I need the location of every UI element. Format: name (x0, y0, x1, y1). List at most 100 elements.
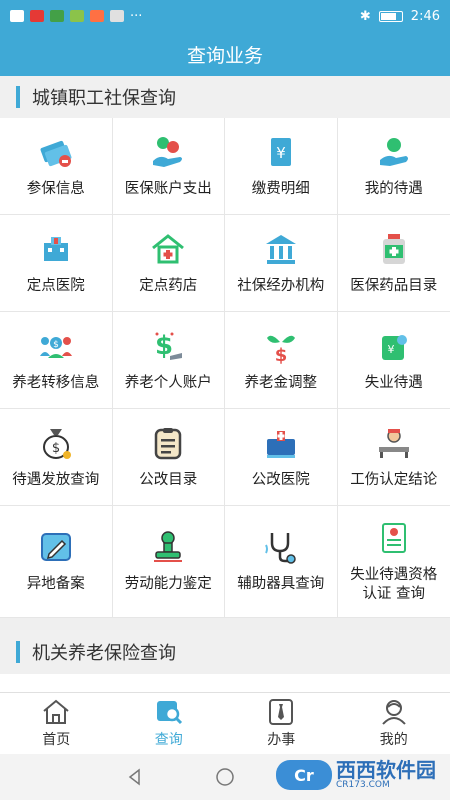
grid-item-designated-hospital[interactable]: 定点医院 (0, 215, 113, 312)
grid-item-reform-catalog[interactable]: 公改目录 (112, 409, 225, 506)
grid-item-label: 公改医院 (251, 471, 310, 488)
grid-item-unemployment-certification[interactable]: 失业待遇资格 认证 查询 (337, 506, 450, 618)
yuan-document-icon: ¥ (270, 137, 291, 166)
tab-label: 首页 (42, 732, 71, 748)
government-building-icon (265, 234, 296, 264)
section-header-agency-pension: 机关养老保险查询 (0, 630, 450, 674)
clock: 2:46 (410, 8, 440, 24)
grid-item-label: 异地备案 (26, 576, 85, 593)
status-bar: ··· ✱ 2:46 (0, 0, 450, 32)
grid-item-labor-ability[interactable]: 劳动能力鉴定 (112, 506, 225, 618)
grid-item-pension-adjust[interactable]: $ 养老金调整 (225, 312, 338, 409)
grid-item-my-benefits[interactable]: 我的待遇 (337, 118, 450, 215)
page-title: 查询业务 (186, 44, 263, 67)
user-icon (382, 700, 406, 725)
watermark-text: 西西软件园 CR173.COM (336, 760, 436, 790)
bottom-nav: 首页 查询 办事 我的 (0, 692, 450, 754)
bluetooth-icon: ✱ (359, 8, 371, 24)
app-notification-icon (50, 10, 64, 22)
svg-text:¥: ¥ (387, 343, 394, 356)
home-circle-icon[interactable] (215, 767, 235, 787)
clipboard-list-icon (155, 427, 182, 460)
play-icon (90, 10, 104, 22)
grid-item-injury-conclusion[interactable]: 工伤认定结论 (337, 409, 450, 506)
injured-person-icon (378, 428, 409, 458)
svg-text:$: $ (53, 340, 59, 350)
watermark-title: 西西软件园 (336, 758, 436, 782)
grid-item-label: 医保药品目录 (350, 277, 438, 294)
grid-item-unemployment[interactable]: ¥ 失业待遇 (337, 312, 450, 409)
section-accent-bar (16, 86, 20, 108)
grid-item-reform-hospital[interactable]: 公改医院 (225, 409, 338, 506)
grid-item-label: 失业待遇资格 认证 查询 (350, 567, 438, 602)
pencil-note-icon (40, 533, 71, 562)
dollar-account-icon: $ (155, 331, 183, 361)
tab-services[interactable]: 办事 (225, 693, 338, 754)
home-icon (43, 699, 69, 724)
grid-item-pension-transfer[interactable]: $ 养老转移信息 (0, 312, 113, 409)
watermark-logo: Cr 西西软件园 CR173.COM (276, 760, 436, 790)
tab-search[interactable]: 查询 (113, 693, 226, 754)
tab-label: 查询 (154, 732, 183, 748)
grid-item-pension-account[interactable]: $ 养老个人账户 (112, 312, 225, 409)
grid-item-label: 养老个人账户 (124, 374, 212, 391)
hand-coins-icon (153, 136, 183, 167)
grid-item-assistive-devices[interactable]: 辅助器具查询 (225, 506, 338, 618)
section-title: 城镇职工社保查询 (32, 88, 176, 109)
pharmacy-house-icon (152, 234, 185, 264)
medicine-bottle-icon (382, 233, 405, 264)
grid-item-payment-detail[interactable]: ¥ 缴费明细 (225, 118, 338, 215)
section-accent-bar (16, 641, 20, 663)
tab-label: 我的 (379, 732, 408, 748)
hospital-bed-icon (266, 430, 295, 458)
hospital-building-icon (43, 236, 68, 261)
svg-text:$: $ (274, 345, 287, 364)
svg-text:¥: ¥ (276, 144, 286, 162)
grid-item-label: 工伤认定结论 (350, 471, 438, 488)
grid-item-label: 公改目录 (139, 471, 198, 488)
grid-item-label: 辅助器具查询 (237, 576, 325, 593)
section-title: 机关养老保险查询 (32, 643, 176, 664)
certificate-icon (381, 523, 406, 554)
grid-item-designated-pharmacy[interactable]: 定点药店 (112, 215, 225, 312)
grid-item-label: 缴费明细 (251, 180, 310, 197)
tab-label: 办事 (267, 732, 296, 748)
hand-gift-icon (379, 137, 408, 166)
svg-text:$: $ (52, 441, 60, 456)
stethoscope-icon (264, 533, 296, 565)
tab-mine[interactable]: 我的 (338, 693, 450, 754)
alert-icon (10, 10, 24, 22)
grid-item-payment-query[interactable]: $ 待遇发放查询 (0, 409, 113, 506)
grid-item-label: 参保信息 (26, 180, 85, 197)
unemployment-card-icon: ¥ (381, 334, 407, 360)
watermark-sub: CR173.COM (336, 780, 390, 790)
grid-item-agency[interactable]: 社保经办机构 (225, 215, 338, 312)
section-header-urban-insurance: 城镇职工社保查询 (0, 76, 450, 118)
watermark-badge: Cr (276, 760, 332, 790)
grid-peek (0, 674, 450, 692)
title-bar: 查询业务 (0, 32, 450, 76)
grid-item-label: 养老转移信息 (12, 374, 100, 391)
tie-icon (269, 699, 294, 725)
grid-item-label: 待遇发放查询 (12, 471, 100, 488)
grid-item-medical-account[interactable]: 医保账户支出 (112, 118, 225, 215)
grid-item-drug-catalog[interactable]: 医保药品目录 (337, 215, 450, 312)
grid-item-label: 劳动能力鉴定 (124, 576, 212, 593)
grid-item-label: 定点药店 (139, 277, 198, 294)
grid-item-insurance-info[interactable]: 参保信息 (0, 118, 113, 215)
stamp-icon (154, 531, 183, 563)
people-transfer-icon: $ (39, 336, 72, 358)
app-notification-icon (70, 10, 84, 22)
more-dots: ··· (130, 8, 143, 24)
battery-icon (378, 10, 403, 22)
grid-item-remote-filing[interactable]: 异地备案 (0, 506, 113, 618)
tab-home[interactable]: 首页 (0, 693, 113, 754)
back-icon[interactable] (125, 767, 145, 787)
insurance-card-icon (40, 140, 72, 167)
grid-item-label: 医保账户支出 (124, 180, 212, 197)
money-bag-icon: $ (42, 428, 71, 459)
app-notification-icon (30, 10, 44, 22)
grid-item-label: 养老金调整 (244, 374, 318, 391)
grid-item-label: 失业待遇 (364, 374, 423, 391)
wechat-icon (110, 10, 124, 22)
